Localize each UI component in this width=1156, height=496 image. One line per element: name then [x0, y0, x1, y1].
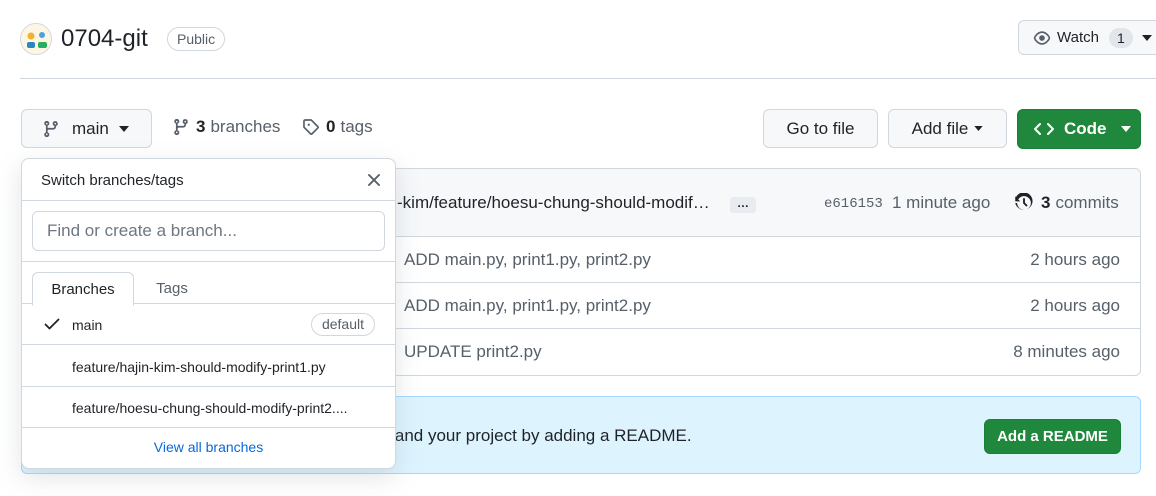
- visibility-badge: Public: [167, 27, 226, 51]
- latest-commit-message[interactable]: -kim/feature/hoesu-chung-should-modif…: [397, 193, 710, 213]
- git-branch-icon: [172, 118, 190, 136]
- row-commit-time: 2 hours ago: [1030, 250, 1120, 269]
- eye-icon: [1033, 29, 1051, 47]
- dropdown-title: Switch branches/tags: [41, 172, 184, 189]
- history-icon: [1014, 193, 1034, 213]
- branch-item-name: feature/hoesu-chung-should-modify-print2…: [72, 400, 348, 416]
- code-brackets-icon: [1034, 121, 1054, 137]
- commit-expand-button[interactable]: …: [730, 197, 756, 213]
- watch-label: Watch: [1057, 29, 1099, 46]
- add-readme-button[interactable]: Add a README: [984, 419, 1121, 454]
- branch-item[interactable]: feature/hoesu-chung-should-modify-print2…: [22, 387, 395, 428]
- header-divider: [20, 78, 1156, 79]
- close-icon[interactable]: [365, 171, 383, 189]
- branches-label: branches: [210, 117, 281, 136]
- watch-count: 1: [1108, 27, 1133, 48]
- row-commit-message[interactable]: ADD main.py, print1.py, print2.py: [404, 296, 651, 316]
- branch-dropdown: Switch branches/tags Branches Tags main …: [21, 158, 396, 469]
- caret-down-icon: [118, 125, 129, 132]
- branches-link[interactable]: 3 branches: [172, 117, 280, 137]
- commits-link[interactable]: 3 commits: [1014, 193, 1119, 213]
- commits-label: commits: [1055, 193, 1119, 212]
- row-commit-message[interactable]: UPDATE print2.py: [404, 342, 542, 362]
- caret-down-icon: [1120, 126, 1131, 132]
- branch-item-main[interactable]: main default: [22, 304, 395, 345]
- branch-item-name: feature/hajin-kim-should-modify-print1.p…: [72, 359, 326, 375]
- tags-link[interactable]: 0 tags: [302, 117, 373, 137]
- git-branch-icon: [42, 120, 60, 138]
- add-file-button[interactable]: Add file: [888, 109, 1007, 148]
- readme-banner-text: rstand your project by adding a README.: [376, 426, 692, 445]
- tags-label: tags: [340, 117, 373, 136]
- code-label: Code: [1064, 119, 1107, 138]
- watch-button[interactable]: Watch 1: [1018, 20, 1156, 55]
- branch-item-name: main: [72, 317, 103, 333]
- commit-sha[interactable]: e616153: [824, 196, 883, 212]
- caret-down-icon[interactable]: [1141, 34, 1152, 41]
- branch-filter-input[interactable]: [32, 211, 385, 251]
- dropdown-header: Switch branches/tags: [22, 159, 395, 201]
- go-to-file-button[interactable]: Go to file: [763, 109, 878, 148]
- row-commit-time: 8 minutes ago: [1013, 342, 1120, 361]
- dropdown-tabs: Branches Tags: [22, 261, 395, 306]
- row-commit-message[interactable]: ADD main.py, print1.py, print2.py: [404, 250, 651, 270]
- branches-count: 3: [196, 117, 206, 136]
- check-icon: [44, 317, 60, 331]
- commit-time: 1 minute ago: [892, 193, 991, 212]
- default-badge: default: [310, 313, 375, 336]
- tab-branches[interactable]: Branches: [32, 272, 134, 306]
- view-all-branches-link[interactable]: View all branches: [22, 439, 395, 455]
- row-commit-time: 2 hours ago: [1030, 296, 1120, 315]
- repo-name[interactable]: 0704-git: [61, 24, 148, 54]
- branch-item[interactable]: feature/hajin-kim-should-modify-print1.p…: [22, 346, 395, 387]
- tag-icon: [302, 118, 320, 136]
- tab-tags[interactable]: Tags: [142, 272, 202, 305]
- branch-select-button[interactable]: main: [21, 109, 152, 148]
- tags-count: 0: [326, 117, 336, 136]
- caret-down-icon: [974, 126, 984, 131]
- branch-select-label: main: [72, 118, 109, 138]
- add-file-label: Add file: [911, 118, 969, 138]
- code-button[interactable]: Code: [1017, 109, 1141, 149]
- commits-count: 3: [1041, 193, 1051, 212]
- repo-owner-avatar[interactable]: [20, 23, 52, 55]
